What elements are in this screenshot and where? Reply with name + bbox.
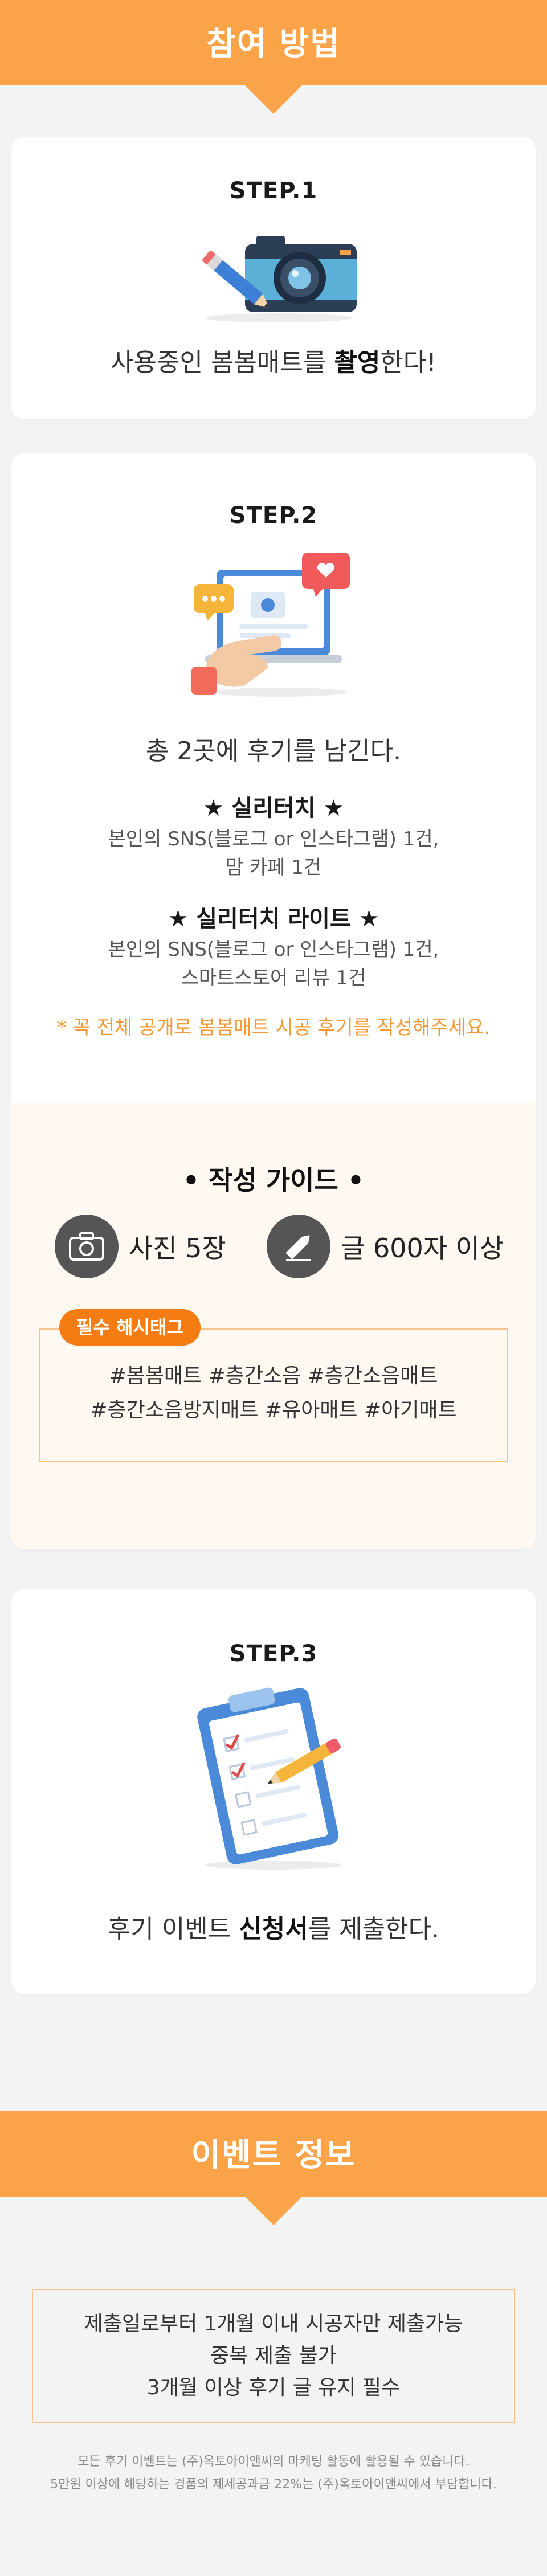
- guide-photo: 사진 5장: [55, 1215, 226, 1278]
- event-info-header: 이벤트 정보: [0, 2111, 547, 2225]
- hashtag-label: 필수 해시태그: [59, 1309, 201, 1346]
- step1-text: 사용중인 봄봄매트를 촬영한다!: [111, 348, 436, 377]
- review-type-1-desc2: 맘 카페 1건: [225, 856, 322, 879]
- review-type-1-desc1: 본인의 SNS(블로그 or 인스타그램) 1건,: [108, 828, 439, 851]
- guide-photo-text: 사진 5장: [129, 1233, 226, 1264]
- camera-pencil-illustration: [202, 236, 357, 322]
- pencil-icon: [267, 1215, 330, 1278]
- guide-text-length-text: 글 600자 이상: [341, 1233, 504, 1264]
- step2-card: STEP.2 총 2곳에 후기를 남긴다. ★ 실리터치 ★ 본인의 SNS(블…: [11, 453, 536, 1549]
- event-condition-1: 제출일로부터 1개월 이내 시공자만 제출가능: [84, 2312, 463, 2336]
- header-title: 참여 방법: [206, 25, 341, 63]
- review-type-2: ★ 실리터치 라이트 ★ 본인의 SNS(블로그 or 인스타그램) 1건, 스…: [11, 900, 536, 992]
- clipboard-checklist-illustration: [197, 1687, 342, 1870]
- step3-text: 후기 이벤트 신청서를 제출한다.: [107, 1915, 440, 1944]
- review-laptop-illustration: [191, 553, 350, 697]
- step2-label: STEP.2: [227, 502, 320, 529]
- review-type-2-desc2: 스마트스토어 리뷰 1건: [181, 967, 366, 989]
- event-info-title: 이벤트 정보: [191, 2136, 356, 2174]
- fine-print-1: 모든 후기 이벤트는 (주)옥토아이앤씨의 마케팅 활동에 활용될 수 있습니다…: [77, 2455, 470, 2469]
- step1-label: STEP.1: [227, 178, 320, 204]
- review-type-1-title: ★ 실리터치 ★: [203, 795, 344, 821]
- review-type-2-desc1: 본인의 SNS(블로그 or 인스타그램) 1건,: [108, 938, 439, 961]
- guide-text-length: 글 600자 이상: [267, 1215, 504, 1278]
- step2-text: 총 2곳에 후기를 남긴다.: [145, 737, 402, 766]
- event-condition-3: 3개월 이상 후기 글 유지 필수: [146, 2376, 401, 2399]
- camera-icon: [55, 1215, 119, 1278]
- review-type-1: ★ 실리터치 ★ 본인의 SNS(블로그 or 인스타그램) 1건, 맘 카페 …: [11, 790, 536, 882]
- guide-title: • 작성 가이드 •: [182, 1165, 365, 1196]
- participation-header: 참여 방법: [0, 0, 547, 114]
- page: 참여 방법 STEP.1 사용중인 봄봄매트를 촬영한다! STEP.2 총 2…: [0, 0, 547, 2576]
- hashtag-box: #봄봄매트 #층간소음 #층간소음매트 #층간소음방지매트 #유아매트 #아기매…: [39, 1328, 508, 1462]
- header-pointer: [245, 85, 302, 114]
- event-conditions-box: 제출일로부터 1개월 이내 시공자만 제출가능 중복 제출 불가 3개월 이상 …: [32, 2289, 515, 2423]
- step3-label: STEP.3: [227, 1641, 320, 1667]
- fine-print: 모든 후기 이벤트는 (주)옥토아이앤씨의 마케팅 활동에 활용될 수 있습니다…: [0, 2451, 547, 2496]
- step1-card: STEP.1 사용중인 봄봄매트를 촬영한다!: [11, 137, 536, 419]
- public-notice: * 꼭 전체 공개로 봄봄매트 시공 후기를 작성해주세요.: [56, 1016, 491, 1039]
- hashtag-line-1: #봄봄매트 #층간소음 #층간소음매트: [109, 1364, 438, 1388]
- review-type-2-title: ★ 실리터치 라이트 ★: [168, 906, 379, 932]
- writing-guide: • 작성 가이드 • 사진 5장 글 600자 이상 #봄봄매트 #층간소음 #…: [11, 1103, 536, 1549]
- fine-print-2: 5만원 이상에 해당하는 경품의 제세공과금 22%는 (주)옥토아이앤씨에서 …: [50, 2477, 497, 2492]
- hashtag-list: #봄봄매트 #층간소음 #층간소음매트 #층간소음방지매트 #유아매트 #아기매…: [40, 1359, 507, 1428]
- hashtag-line-2: #층간소음방지매트 #유아매트 #아기매트: [90, 1399, 457, 1422]
- step3-card: STEP.3 후기 이벤트 신청서를 제출한다.: [11, 1589, 536, 1994]
- event-condition-2: 중복 제출 불가: [210, 2344, 337, 2368]
- event-info-pointer: [245, 2197, 302, 2225]
